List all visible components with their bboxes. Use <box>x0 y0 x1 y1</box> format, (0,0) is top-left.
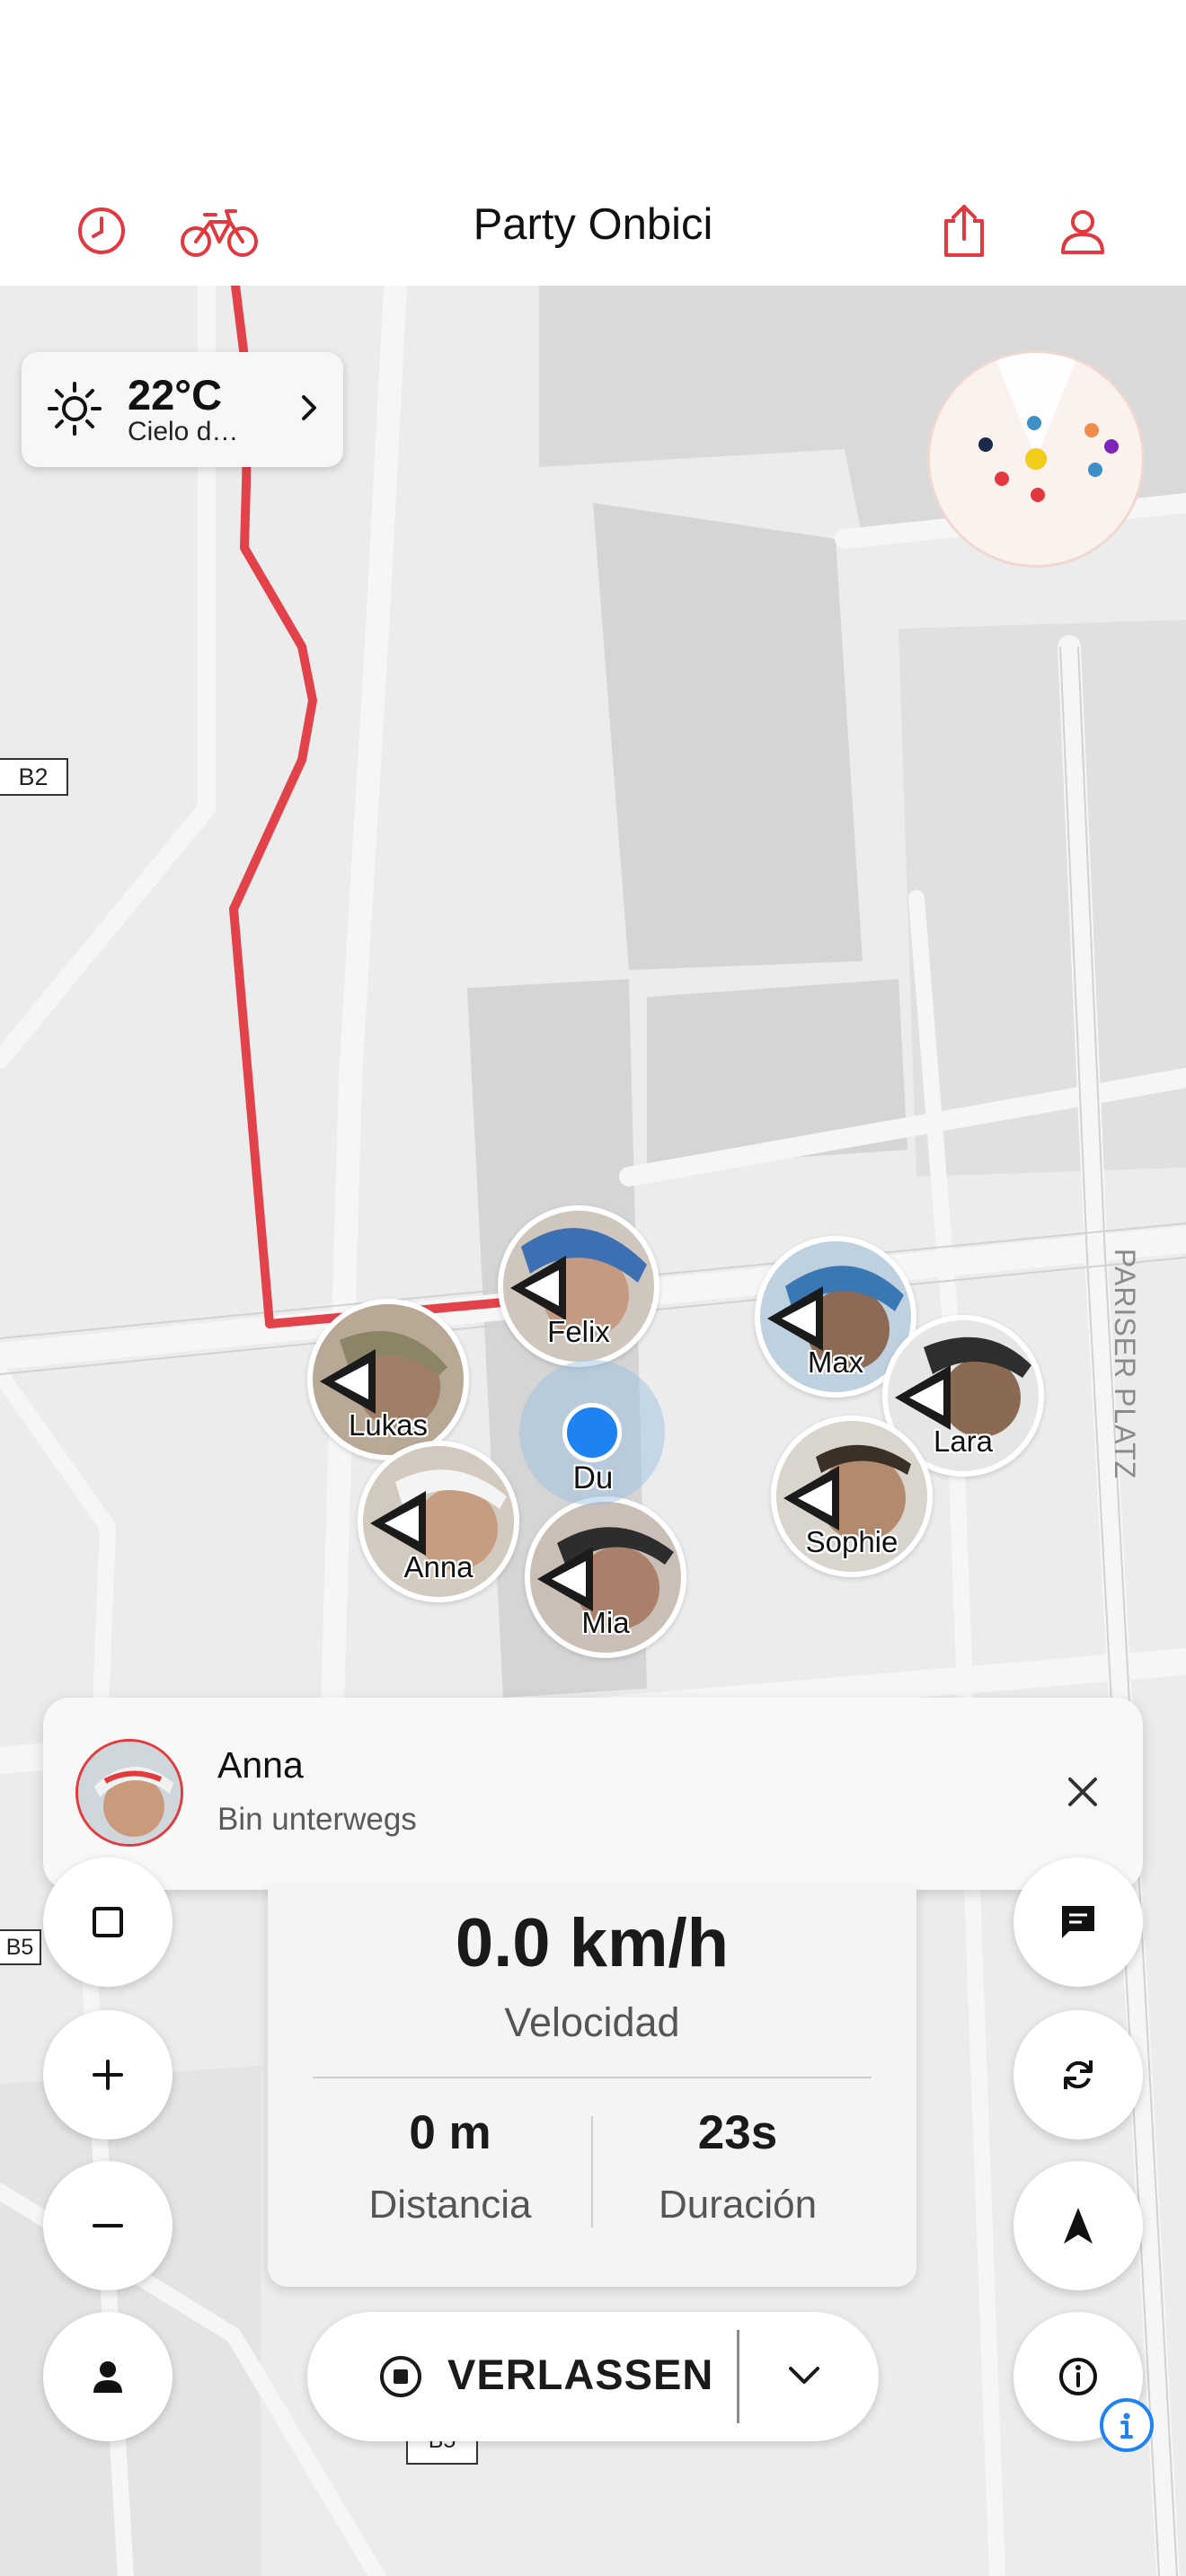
close-icon[interactable] <box>1049 1759 1116 1825</box>
top-bar: Party Onbici <box>0 180 1186 286</box>
stop-circle-icon <box>377 2353 424 2404</box>
zoom-out-icon <box>93 2224 123 2228</box>
weather-temperature: 22°C <box>128 371 223 419</box>
rider-marker[interactable]: Mia <box>525 1496 686 1658</box>
leave-button[interactable]: VERLASSEN <box>447 2350 713 2399</box>
weather-description: Cielo d… <box>128 417 239 446</box>
rider-name: Felix <box>547 1315 610 1348</box>
radar-dot <box>995 472 1009 486</box>
chevron-down-icon[interactable] <box>783 2355 825 2401</box>
refresh-icon <box>1064 2060 1093 2089</box>
center-person-button[interactable] <box>43 2312 173 2441</box>
radar-dot <box>1088 463 1102 477</box>
street-label: PARISER PLATZ <box>1109 1248 1141 1480</box>
leave-group-control: VERLASSEN <box>307 2312 879 2441</box>
message-notification[interactable]: Anna Bin unterwegs <box>43 1698 1143 1890</box>
rider-marker[interactable]: Lukas <box>307 1299 469 1460</box>
zoom-out-button[interactable] <box>43 2161 173 2290</box>
rider-marker[interactable]: Sophie <box>771 1416 933 1577</box>
stop-button[interactable] <box>43 1857 173 1987</box>
distance-value: 0 m <box>409 2106 491 2159</box>
rider-marker[interactable]: Felix <box>498 1205 659 1367</box>
my-location-dot[interactable] <box>562 1403 622 1462</box>
sender-name: Anna <box>217 1744 304 1786</box>
weather-widget[interactable]: 22°C Cielo d… <box>22 352 343 467</box>
speed-label: Velocidad <box>504 1999 680 2045</box>
page-title: Party Onbici <box>473 200 713 249</box>
radar-dot <box>1027 416 1041 430</box>
divider <box>737 2330 739 2423</box>
duration-label: Duración <box>658 2183 818 2227</box>
navigate-button[interactable] <box>1013 2161 1143 2290</box>
stop-square-icon <box>93 1907 123 1937</box>
chevron-right-icon <box>300 392 320 428</box>
road-label-b5-left: B5 <box>0 1929 41 1965</box>
chat-icon <box>1062 1906 1094 1938</box>
map-attribution-icon[interactable] <box>1100 2398 1154 2452</box>
radar-dot <box>978 437 993 452</box>
speed-value: 0.0 km/h <box>455 1905 730 1981</box>
radar-dot <box>1025 448 1047 470</box>
duration-value: 23s <box>697 2106 778 2159</box>
refresh-button[interactable] <box>1013 2010 1143 2139</box>
navigate-icon <box>1064 2208 1093 2244</box>
profile-icon[interactable] <box>1051 199 1114 262</box>
rider-name: Lukas <box>348 1408 429 1442</box>
sun-icon <box>45 379 104 443</box>
share-icon[interactable] <box>933 199 996 262</box>
rider-marker[interactable]: Anna <box>358 1441 519 1602</box>
radar-dot <box>1104 439 1119 454</box>
radar-dot <box>1031 488 1045 502</box>
group-radar[interactable] <box>927 350 1145 568</box>
ride-stats-panel: 0.0 km/h Velocidad 0 m Distancia 23s Dur… <box>268 1886 916 2287</box>
status-bar <box>0 0 1186 180</box>
info-icon <box>1059 2358 1097 2395</box>
zoom-in-button[interactable] <box>43 2010 173 2139</box>
radar-dot <box>1084 423 1099 437</box>
my-location-label: Du <box>572 1460 614 1495</box>
sender-avatar <box>75 1739 183 1847</box>
road-label-b2: B2 <box>0 758 68 796</box>
rider-name: Sophie <box>805 1525 898 1558</box>
notification-message: Bin unterwegs <box>217 1802 417 1837</box>
chat-button[interactable] <box>1013 1857 1143 1987</box>
zoom-in-icon <box>93 2060 123 2090</box>
person-icon <box>93 2361 122 2393</box>
divider <box>313 2077 872 2078</box>
distance-label: Distancia <box>368 2183 532 2227</box>
rider-name: Anna <box>403 1550 474 1584</box>
rider-name: Mia <box>581 1606 630 1639</box>
